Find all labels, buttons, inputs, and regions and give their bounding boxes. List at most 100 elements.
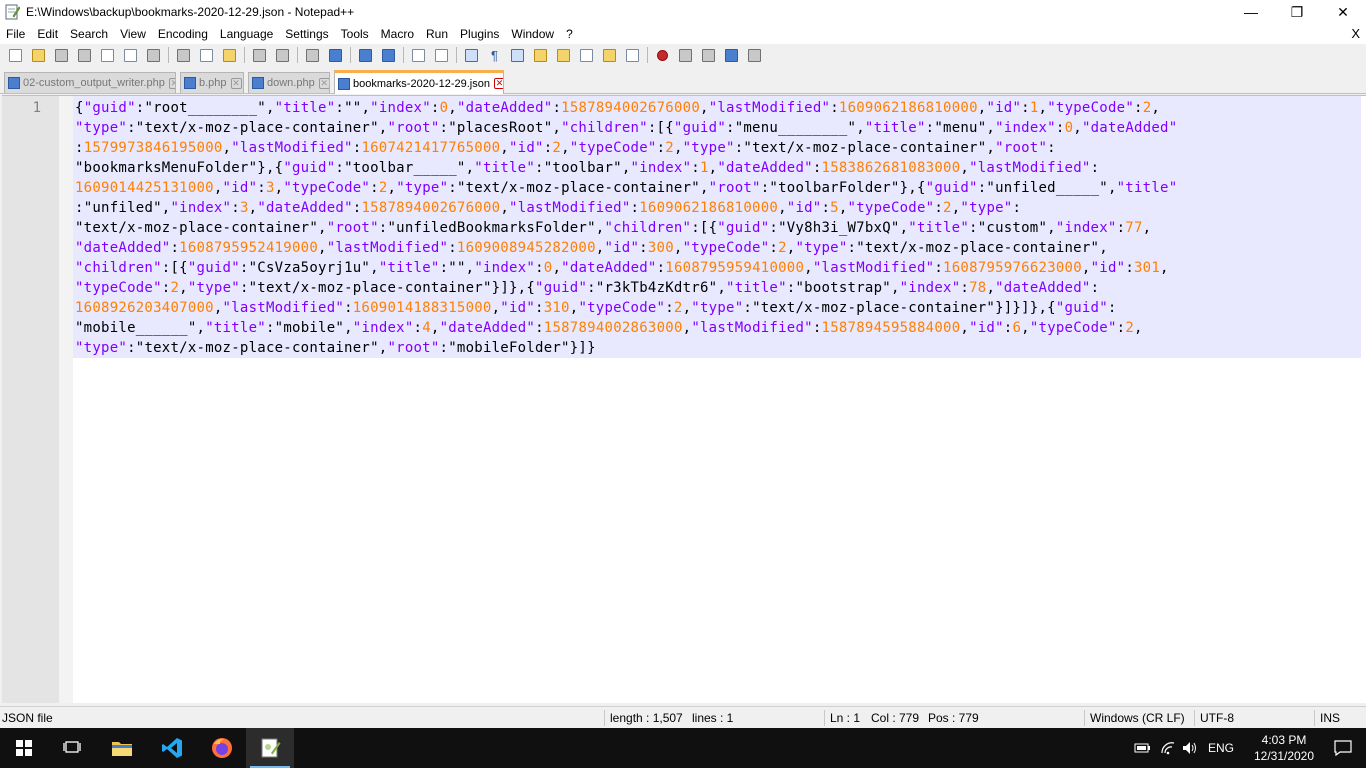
playback-macro-button[interactable] xyxy=(697,45,720,65)
save-button[interactable] xyxy=(50,45,73,65)
code-line[interactable]: "children":[{"guid":"CsVza5oyrj1u","titl… xyxy=(75,258,1362,278)
code-line[interactable]: "typeCode":2,"type":"text/x-moz-place-co… xyxy=(75,278,1362,298)
save-all-button[interactable] xyxy=(73,45,96,65)
code-line[interactable]: "type":"text/x-moz-place-container","roo… xyxy=(75,118,1362,138)
status-eol[interactable]: Windows (CR LF) xyxy=(1090,707,1185,729)
tab-b-php[interactable]: b.php ✕ xyxy=(180,72,244,93)
close-all-button[interactable] xyxy=(119,45,142,65)
tab-close-icon[interactable]: ✕ xyxy=(318,77,329,89)
menu-file[interactable]: File xyxy=(0,24,31,44)
code-line[interactable]: {"guid":"root________","title":"","index… xyxy=(75,98,1362,118)
menu-tools[interactable]: Tools xyxy=(335,24,375,44)
record-macro-button[interactable] xyxy=(651,45,674,65)
code-token: , xyxy=(1021,320,1030,336)
tab-down-php[interactable]: down.php ✕ xyxy=(248,72,330,93)
function-list-button[interactable] xyxy=(575,45,598,65)
taskbar-file-explorer[interactable] xyxy=(98,728,146,768)
code-line[interactable]: :1579973846195000,"lastModified":1607421… xyxy=(75,138,1362,158)
copy-button[interactable] xyxy=(195,45,218,65)
fold-margin[interactable] xyxy=(59,96,73,703)
editor[interactable]: 1 {"guid":"root________","title":"","ind… xyxy=(2,95,1366,703)
title-bar[interactable]: E:\Windows\backup\bookmarks-2020-12-29.j… xyxy=(0,0,1366,24)
paste-button[interactable] xyxy=(218,45,241,65)
code-token: 1608926203407000 xyxy=(75,300,214,316)
find-button[interactable] xyxy=(301,45,324,65)
start-button[interactable] xyxy=(0,728,48,768)
tab-close-icon[interactable]: ✕ xyxy=(493,78,503,89)
undo-button[interactable] xyxy=(248,45,271,65)
code-text[interactable]: {"guid":"root________","title":"","index… xyxy=(73,96,1362,358)
code-area[interactable]: {"guid":"root________","title":"","index… xyxy=(73,96,1362,703)
menu-edit[interactable]: Edit xyxy=(31,24,64,44)
tab-close-icon[interactable]: ✕ xyxy=(168,77,175,89)
code-line[interactable]: 1609014425131000,"id":3,"typeCode":2,"ty… xyxy=(75,178,1362,198)
status-encoding[interactable]: UTF-8 xyxy=(1200,707,1234,729)
code-line[interactable]: 1608926203407000,"lastModified":16090141… xyxy=(75,298,1362,318)
input-language[interactable]: ENG xyxy=(1208,741,1234,755)
notepadpp-app-icon[interactable] xyxy=(4,4,21,20)
status-col[interactable]: Col : 779 xyxy=(871,707,919,729)
menu-settings[interactable]: Settings xyxy=(279,24,334,44)
task-view-button[interactable] xyxy=(48,728,96,768)
code-line[interactable]: "dateAdded":1608795952419000,"lastModifi… xyxy=(75,238,1362,258)
show-all-characters-button[interactable]: ¶ xyxy=(483,45,506,65)
folder-as-workspace-button[interactable] xyxy=(598,45,621,65)
status-pos[interactable]: Pos : 779 xyxy=(928,707,979,729)
cut-button[interactable] xyxy=(172,45,195,65)
code-token: "title" xyxy=(864,120,926,136)
minimize-button[interactable]: — xyxy=(1228,0,1274,24)
restore-button[interactable]: ❐ xyxy=(1274,0,1320,24)
tab-custom-output-writer[interactable]: 02-custom_output_writer.php ✕ xyxy=(4,72,176,93)
code-line[interactable]: "bookmarksMenuFolder"},{"guid":"toolbar_… xyxy=(75,158,1362,178)
define-language-button[interactable] xyxy=(529,45,552,65)
close-window-button[interactable]: ✕ xyxy=(1320,0,1366,24)
taskbar-notepadpp[interactable] xyxy=(246,728,294,768)
status-insert-mode[interactable]: INS xyxy=(1320,707,1340,729)
menu-window[interactable]: Window xyxy=(505,24,560,44)
menu-macro[interactable]: Macro xyxy=(375,24,420,44)
save-macro-button[interactable] xyxy=(743,45,766,65)
run-macro-multiple-button[interactable] xyxy=(720,45,743,65)
tab-close-icon[interactable]: ✕ xyxy=(230,77,242,89)
code-line[interactable]: "text/x-moz-place-container","root":"unf… xyxy=(75,218,1362,238)
taskbar-firefox[interactable] xyxy=(198,728,246,768)
menu-language[interactable]: Language xyxy=(214,24,279,44)
close-file-button[interactable] xyxy=(96,45,119,65)
wifi-icon[interactable] xyxy=(1160,741,1176,755)
close-document-button[interactable]: X xyxy=(1351,24,1360,44)
menu-help[interactable]: ? xyxy=(560,24,579,44)
status-ln[interactable]: Ln : 1 xyxy=(830,707,860,729)
taskbar-vscode[interactable] xyxy=(148,728,196,768)
monitoring-button[interactable] xyxy=(621,45,644,65)
stop-recording-button[interactable] xyxy=(674,45,697,65)
indent-guide-button[interactable] xyxy=(506,45,529,65)
word-wrap-button[interactable] xyxy=(460,45,483,65)
clock[interactable]: 4:03 PM 12/31/2020 xyxy=(1248,732,1320,764)
sync-horizontal-button[interactable] xyxy=(430,45,453,65)
zoom-out-button[interactable] xyxy=(377,45,400,65)
sync-vertical-button[interactable] xyxy=(407,45,430,65)
tab-bookmarks-json[interactable]: bookmarks-2020-12-29.json ✕ xyxy=(334,70,504,94)
replace-button[interactable] xyxy=(324,45,347,65)
new-file-button[interactable] xyxy=(4,45,27,65)
print-button[interactable] xyxy=(142,45,165,65)
redo-button[interactable] xyxy=(271,45,294,65)
menu-view[interactable]: View xyxy=(114,24,152,44)
code-line[interactable]: "type":"text/x-moz-place-container","roo… xyxy=(75,338,1362,358)
code-line[interactable]: :"unfiled","index":3,"dateAdded":1587894… xyxy=(75,198,1362,218)
code-token: "typeCode" xyxy=(847,200,935,216)
menu-run[interactable]: Run xyxy=(420,24,454,44)
line-number-margin[interactable]: 1 xyxy=(2,96,59,703)
volume-icon[interactable] xyxy=(1182,741,1198,755)
menu-plugins[interactable]: Plugins xyxy=(454,24,505,44)
menu-search[interactable]: Search xyxy=(64,24,114,44)
battery-icon[interactable] xyxy=(1134,741,1152,755)
code-token: , xyxy=(344,320,353,336)
menu-encoding[interactable]: Encoding xyxy=(152,24,214,44)
code-line[interactable]: "mobile______","title":"mobile","index":… xyxy=(75,318,1362,338)
document-map-button[interactable] xyxy=(552,45,575,65)
action-center-button[interactable] xyxy=(1320,728,1366,768)
open-file-button[interactable] xyxy=(27,45,50,65)
code-token: : xyxy=(439,260,449,276)
zoom-in-button[interactable] xyxy=(354,45,377,65)
